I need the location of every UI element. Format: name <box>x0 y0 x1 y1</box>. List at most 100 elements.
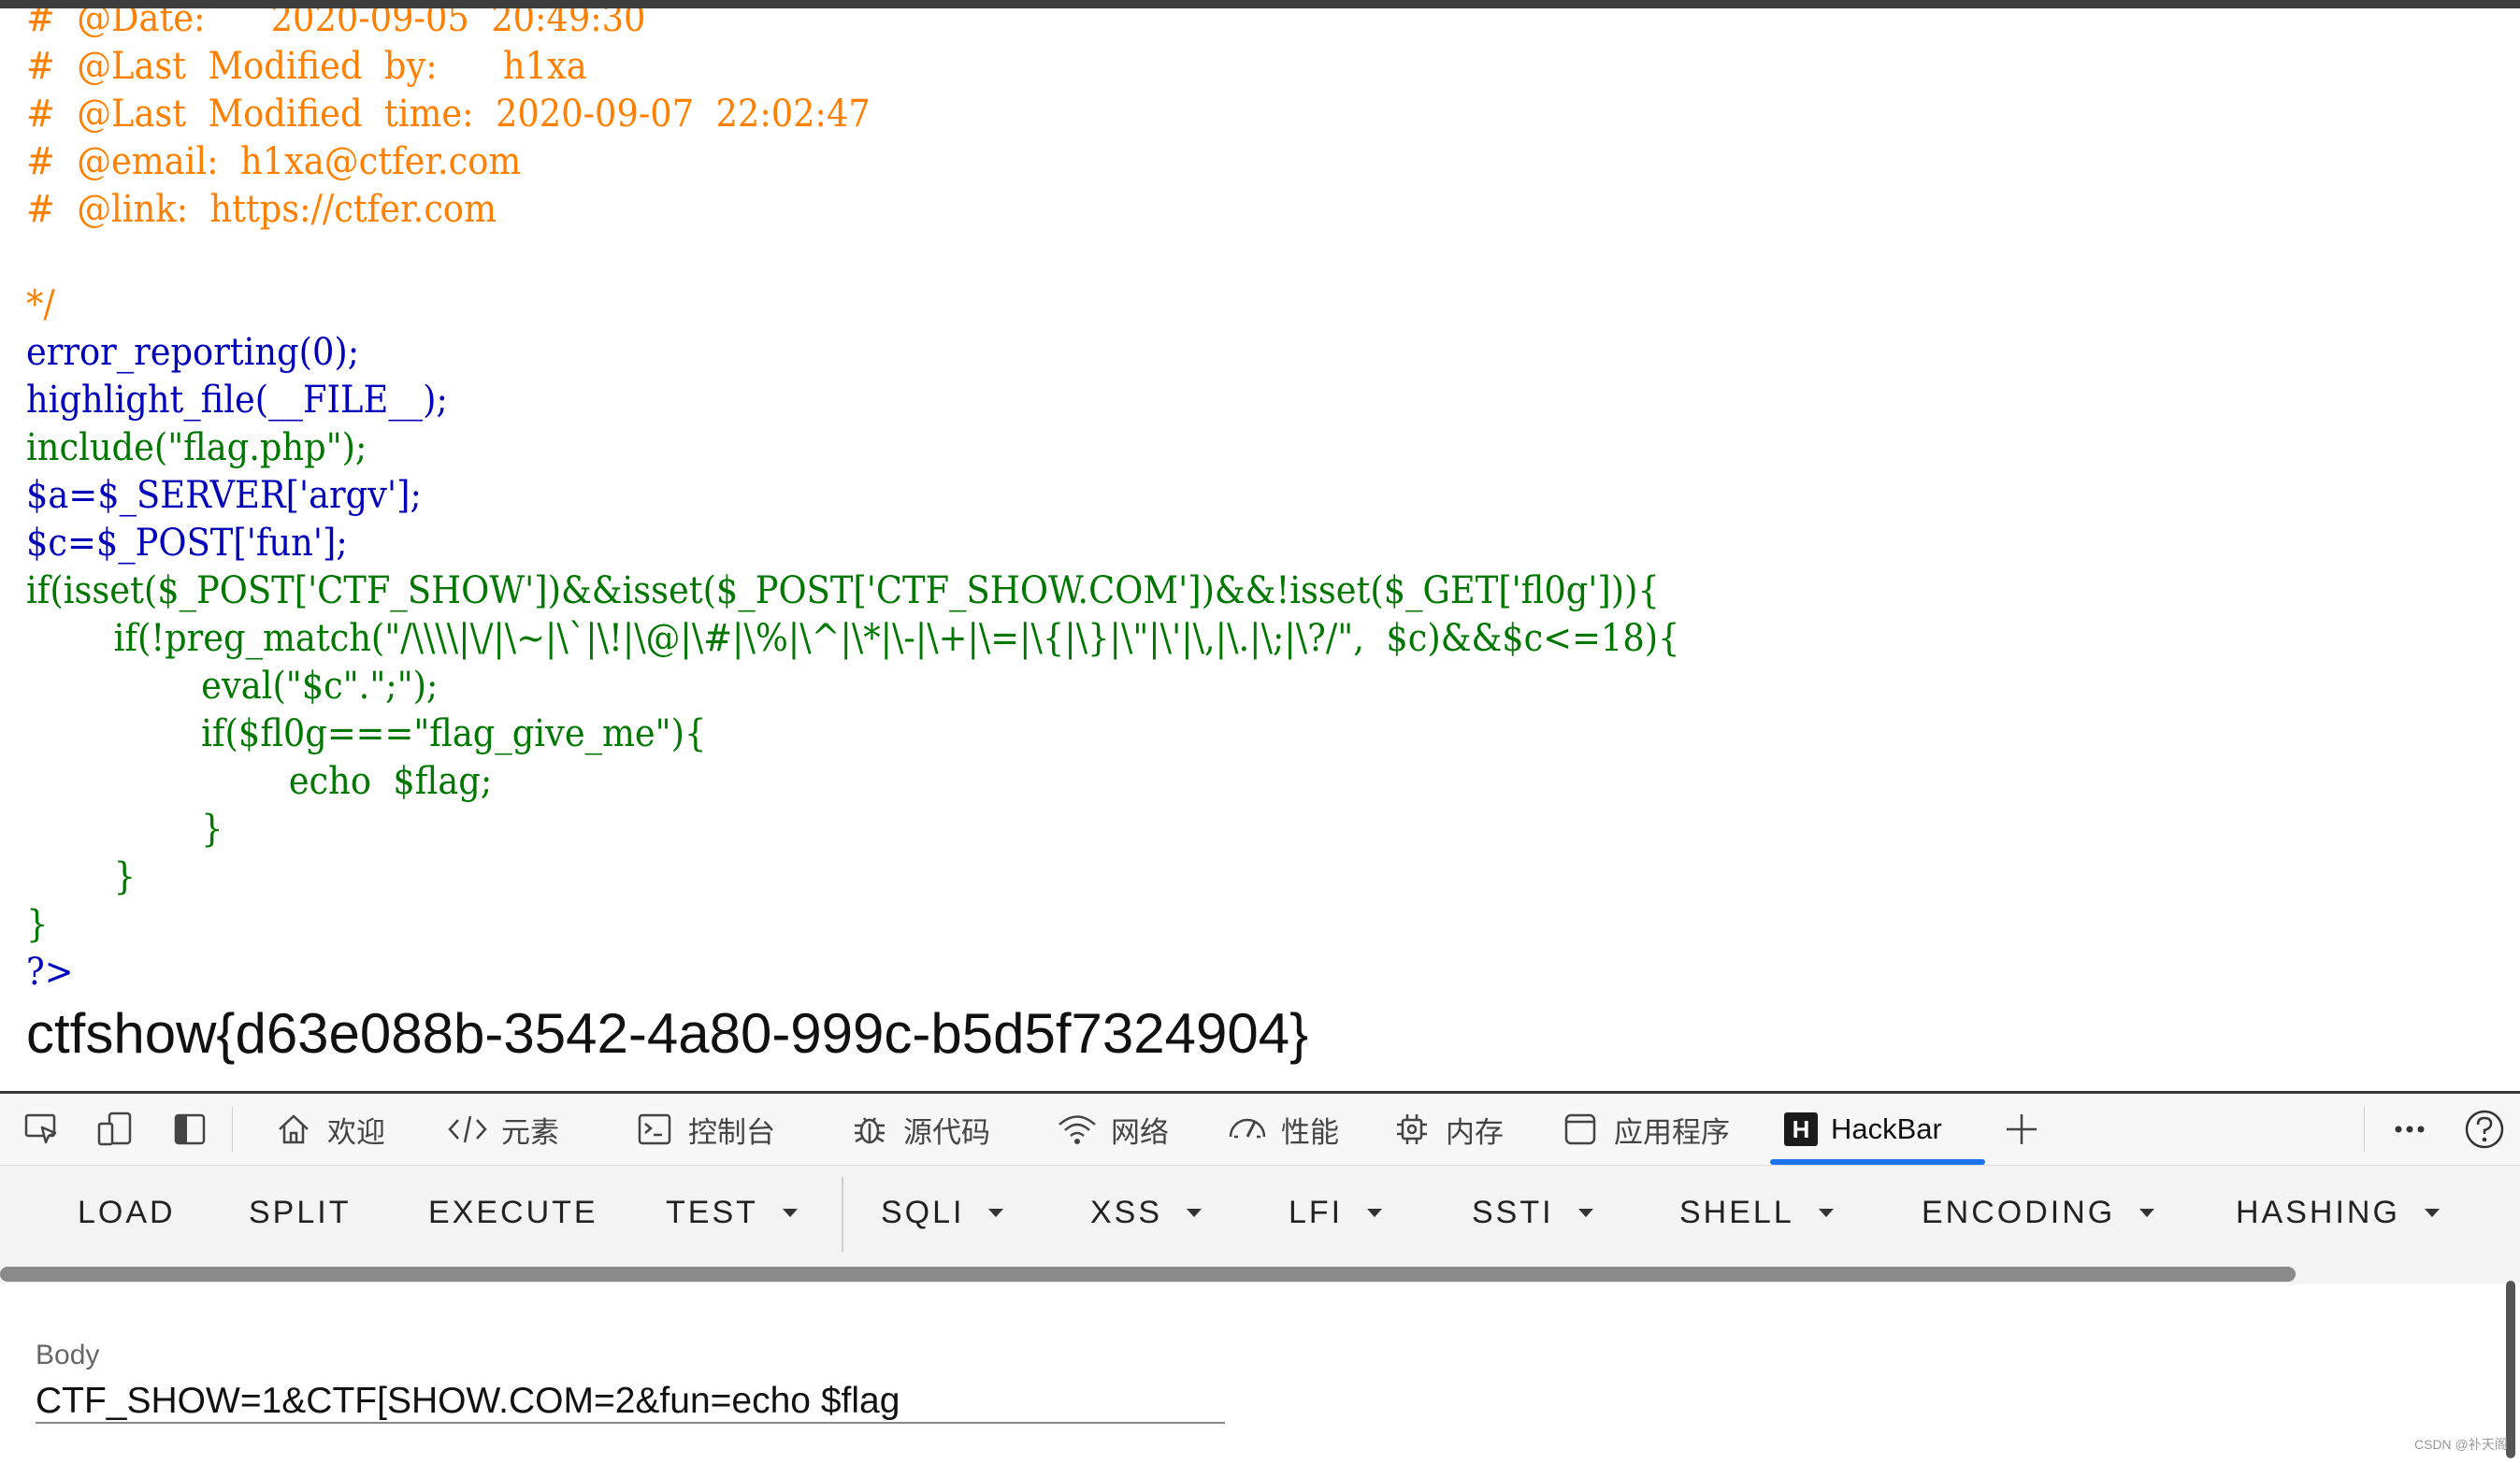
tab-sources[interactable]: 源代码 <box>842 1094 998 1165</box>
split-button[interactable]: SPLIT <box>249 1166 351 1259</box>
code-line-16: if($fl0g==="flag_give_me"){ <box>26 712 707 755</box>
lfi-dropdown[interactable]: LFI <box>1289 1166 1383 1259</box>
execute-button[interactable]: EXECUTE <box>428 1166 598 1259</box>
toolbar-divider <box>232 1107 233 1152</box>
console-icon <box>638 1113 671 1145</box>
code-line-19: } <box>26 855 136 898</box>
hackbar-divider <box>842 1177 843 1252</box>
load-button[interactable]: LOAD <box>78 1166 176 1259</box>
top-frame-bar <box>0 0 2520 8</box>
code-line-20: } <box>26 903 49 946</box>
chevron-down-icon <box>782 1208 798 1217</box>
tab-performance-label: 性能 <box>1281 1115 1339 1149</box>
hackbar-logo-icon: H <box>1784 1112 1818 1146</box>
code-line-4: # @email: h1xa@ctfer.com <box>26 140 522 183</box>
chevron-down-icon <box>1367 1208 1383 1217</box>
hashing-dropdown-label: HASHING <box>2236 1194 2400 1230</box>
app-icon <box>1564 1113 1596 1145</box>
chevron-down-icon <box>1187 1208 1202 1217</box>
post-body-input[interactable] <box>36 1381 1225 1424</box>
add-tab-button[interactable] <box>1993 1094 2051 1165</box>
lfi-dropdown-label: LFI <box>1289 1194 1344 1230</box>
xss-dropdown[interactable]: XSS <box>1090 1166 1202 1259</box>
test-dropdown[interactable]: TEST <box>666 1166 798 1259</box>
help-button[interactable] <box>2455 1094 2513 1165</box>
code-line-21: ?> <box>26 951 74 994</box>
panel-scrollbar[interactable] <box>2506 1281 2515 1458</box>
tab-network-label: 网络 <box>1111 1115 1169 1149</box>
toggle-sidebar-button[interactable] <box>161 1094 219 1165</box>
encoding-dropdown-label: ENCODING <box>1922 1194 2116 1230</box>
tab-network[interactable]: 网络 <box>1049 1094 1176 1165</box>
tab-hackbar-label: HackBar <box>1831 1112 1942 1145</box>
tab-hackbar[interactable]: H HackBar <box>1777 1094 1950 1165</box>
toolbar-divider-right <box>2364 1107 2365 1152</box>
tab-welcome-label: 欢迎 <box>327 1115 385 1149</box>
tab-console[interactable]: 控制台 <box>626 1094 783 1165</box>
tab-elements-label: 元素 <box>501 1115 559 1149</box>
code-line-1: # @Date: 2020-09-05 20:49:30 <box>26 8 646 40</box>
hackbar-menu: LOAD SPLIT EXECUTE TEST SQLI XSS LFI SST… <box>0 1166 2520 1259</box>
flag-output: ctfshow{d63e088b-3542-4a80-999c-b5d5f732… <box>26 1002 1309 1065</box>
tab-welcome[interactable]: 欢迎 <box>266 1094 393 1165</box>
ssti-dropdown-label: SSTI <box>1472 1194 1554 1230</box>
hackbar-body-panel: Body <box>0 1284 2520 1463</box>
chevron-down-icon <box>2424 1208 2440 1217</box>
load-button-label: LOAD <box>78 1194 176 1230</box>
code-line-2: # @Last Modified by: h1xa <box>26 45 587 88</box>
hashing-dropdown[interactable]: HASHING <box>2236 1166 2440 1259</box>
device-emulation-button[interactable] <box>86 1094 144 1165</box>
tab-sources-label: 源代码 <box>903 1115 990 1149</box>
hackbar-scrollbar-thumb[interactable] <box>0 1267 2296 1282</box>
body-field-label: Body <box>36 1340 100 1370</box>
code-line-9: highlight_file(__FILE__); <box>26 379 448 422</box>
ssti-dropdown[interactable]: SSTI <box>1472 1166 1593 1259</box>
inspect-element-button[interactable] <box>13 1094 71 1165</box>
chip-icon <box>1397 1114 1427 1144</box>
devtools-panel: 欢迎 元素 控制台 源代码 网络 性能 内存 应用程序 H HackBar LO… <box>0 1091 2520 1463</box>
help-icon <box>2465 1110 2504 1149</box>
php-source-code: # @Date: 2020-09-05 20:49:30 # @Last Mod… <box>26 8 1680 997</box>
code-line-12: $c=$_POST['fun']; <box>26 522 348 565</box>
sqli-dropdown-label: SQLI <box>881 1194 965 1230</box>
tab-console-label: 控制台 <box>688 1115 775 1149</box>
chevron-down-icon <box>1818 1208 1834 1217</box>
device-icon <box>97 1112 132 1146</box>
code-icon <box>448 1115 487 1143</box>
tab-memory[interactable]: 内存 <box>1384 1094 1511 1165</box>
more-options-button[interactable] <box>2381 1094 2439 1165</box>
home-icon <box>279 1114 309 1144</box>
code-line-17: echo $flag; <box>26 760 493 803</box>
active-tab-indicator <box>1770 1159 1985 1165</box>
tab-performance[interactable]: 性能 <box>1219 1094 1346 1165</box>
gauge-icon <box>1229 1118 1266 1139</box>
code-line-14: if(!preg_match("/\\\\|\/|\~|\`|\!|\@|\#|… <box>26 617 1680 660</box>
more-icon <box>2395 1126 2425 1133</box>
split-button-label: SPLIT <box>249 1194 352 1230</box>
plus-icon <box>2007 1114 2037 1144</box>
devtools-toolbar: 欢迎 元素 控制台 源代码 网络 性能 内存 应用程序 H HackBar <box>0 1094 2520 1166</box>
sidebar-icon <box>174 1113 206 1145</box>
tab-elements[interactable]: 元素 <box>439 1094 567 1165</box>
inspect-icon <box>24 1113 57 1144</box>
code-line-15: eval("$c".";"); <box>26 665 439 708</box>
code-line-11: $a=$_SERVER['argv']; <box>26 474 422 517</box>
chevron-down-icon <box>1577 1208 1593 1217</box>
chevron-down-icon <box>2139 1208 2155 1217</box>
tab-application[interactable]: 应用程序 <box>1552 1094 1737 1165</box>
page-content: # @Date: 2020-09-05 20:49:30 # @Last Mod… <box>0 8 2520 1091</box>
execute-button-label: EXECUTE <box>428 1194 598 1230</box>
code-line-7: */ <box>26 283 55 326</box>
tab-memory-label: 内存 <box>1446 1115 1504 1149</box>
shell-dropdown[interactable]: SHELL <box>1679 1166 1834 1259</box>
encoding-dropdown[interactable]: ENCODING <box>1922 1166 2155 1259</box>
wifi-icon <box>1058 1115 1096 1144</box>
code-line-10: include("flag.php"); <box>26 426 367 469</box>
code-line-3: # @Last Modified time: 2020-09-07 22:02:… <box>26 93 871 136</box>
chevron-down-icon <box>988 1208 1004 1217</box>
tab-application-label: 应用程序 <box>1614 1115 1730 1149</box>
xss-dropdown-label: XSS <box>1090 1194 1163 1230</box>
code-line-5: # @link: https://ctfer.com <box>26 188 497 231</box>
shell-dropdown-label: SHELL <box>1679 1194 1794 1230</box>
sqli-dropdown[interactable]: SQLI <box>881 1166 1004 1259</box>
